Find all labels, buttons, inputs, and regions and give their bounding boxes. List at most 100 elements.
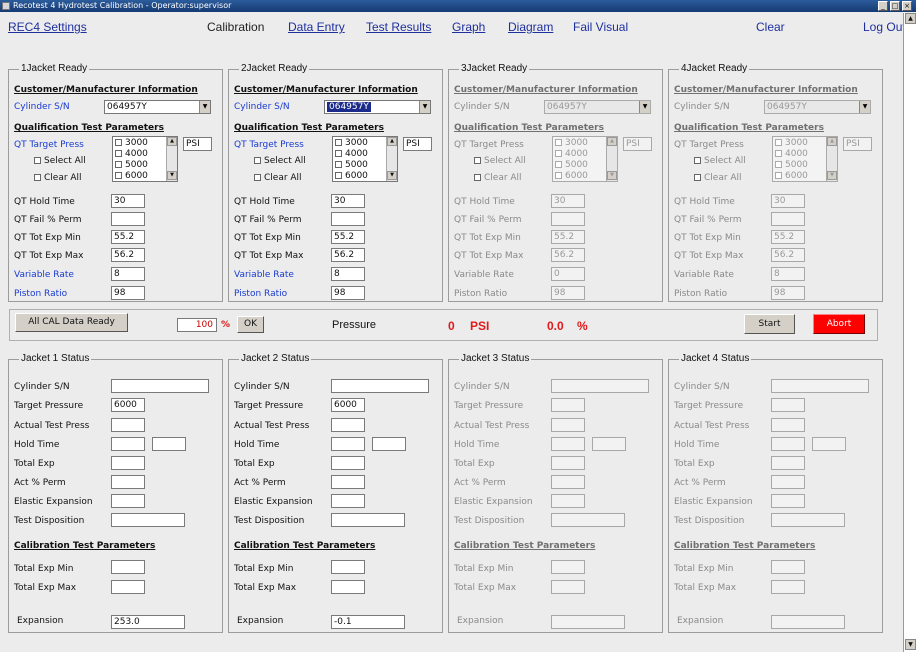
select-all-checkbox[interactable]: Select All bbox=[254, 156, 306, 166]
checkbox-icon[interactable] bbox=[335, 161, 342, 168]
clear-all-checkbox[interactable]: Clear All bbox=[34, 173, 82, 183]
scroll-up-icon[interactable]: ▲ bbox=[607, 137, 617, 146]
menu-test-results[interactable]: Test Results bbox=[366, 20, 431, 34]
act-perm-field[interactable] bbox=[551, 475, 585, 489]
pressure-list[interactable]: 3000 4000 5000 6000 ▲ ▼ bbox=[772, 136, 838, 182]
test-disposition-field[interactable] bbox=[331, 513, 405, 527]
scroll-down-icon[interactable]: ▼ bbox=[387, 171, 397, 180]
clear-all-checkbox[interactable]: Clear All bbox=[254, 173, 302, 183]
pressure-option[interactable]: 3000 bbox=[775, 138, 808, 148]
target-pressure-field[interactable] bbox=[771, 398, 805, 412]
hold-time-field[interactable] bbox=[111, 437, 145, 451]
pressure-option[interactable]: 5000 bbox=[335, 160, 368, 170]
exp-max-input[interactable]: 56.2 bbox=[331, 248, 365, 262]
pressure-list[interactable]: 3000 4000 5000 6000 ▲ ▼ bbox=[552, 136, 618, 182]
checkbox-icon[interactable] bbox=[555, 150, 562, 157]
exp-max-input[interactable]: 56.2 bbox=[111, 248, 145, 262]
exp-max-input[interactable]: 56.2 bbox=[771, 248, 805, 262]
pressure-option[interactable]: 6000 bbox=[115, 171, 148, 181]
pressure-option[interactable]: 6000 bbox=[555, 171, 588, 181]
expansion-field[interactable] bbox=[771, 615, 845, 629]
chevron-down-icon[interactable]: ▼ bbox=[639, 101, 650, 113]
pressure-option[interactable]: 4000 bbox=[115, 149, 148, 159]
scroll-up-icon[interactable]: ▲ bbox=[827, 137, 837, 146]
checkbox-icon[interactable] bbox=[555, 172, 562, 179]
pressure-option[interactable]: 6000 bbox=[335, 171, 368, 181]
exp-min-input[interactable]: 55.2 bbox=[551, 230, 585, 244]
ok-button[interactable]: OK bbox=[237, 316, 264, 333]
total-exp-min-field[interactable] bbox=[331, 560, 365, 574]
cylinder-sn-combo[interactable]: 064957Y ▼ bbox=[544, 100, 651, 114]
menu-graph[interactable]: Graph bbox=[452, 20, 485, 34]
cylinder-sn-combo[interactable]: 064957Y ▼ bbox=[324, 100, 431, 114]
variable-rate-input[interactable]: 8 bbox=[331, 267, 365, 281]
exp-max-input[interactable]: 56.2 bbox=[551, 248, 585, 262]
checkbox-icon[interactable] bbox=[335, 139, 342, 146]
pressure-list[interactable]: 3000 4000 5000 6000 ▲ ▼ bbox=[332, 136, 398, 182]
checkbox-icon[interactable] bbox=[775, 150, 782, 157]
menu-log-out[interactable]: Log Out bbox=[863, 20, 906, 34]
elastic-exp-field[interactable] bbox=[551, 494, 585, 508]
hold-input[interactable]: 30 bbox=[331, 194, 365, 208]
checkbox-icon[interactable] bbox=[474, 174, 481, 181]
expansion-field[interactable] bbox=[551, 615, 625, 629]
total-exp-field[interactable] bbox=[331, 456, 365, 470]
checkbox-icon[interactable] bbox=[115, 150, 122, 157]
checkbox-icon[interactable] bbox=[115, 139, 122, 146]
pressure-option[interactable]: 3000 bbox=[115, 138, 148, 148]
hold-time-extra-field[interactable] bbox=[812, 437, 846, 451]
actual-test-press-field[interactable] bbox=[331, 418, 365, 432]
cylinder-sn-field[interactable] bbox=[111, 379, 209, 393]
elastic-exp-field[interactable] bbox=[331, 494, 365, 508]
checkbox-icon[interactable] bbox=[34, 174, 41, 181]
pressure-option[interactable]: 4000 bbox=[555, 149, 588, 159]
checkbox-icon[interactable] bbox=[254, 174, 261, 181]
variable-rate-input[interactable]: 8 bbox=[111, 267, 145, 281]
cylinder-sn-field[interactable] bbox=[551, 379, 649, 393]
fail-input[interactable] bbox=[551, 212, 585, 226]
menu-clear[interactable]: Clear bbox=[756, 20, 785, 34]
clear-all-checkbox[interactable]: Clear All bbox=[694, 173, 742, 183]
elastic-exp-field[interactable] bbox=[111, 494, 145, 508]
hold-input[interactable]: 30 bbox=[551, 194, 585, 208]
cylinder-sn-field[interactable] bbox=[331, 379, 429, 393]
cylinder-sn-combo[interactable]: 064957Y ▼ bbox=[764, 100, 871, 114]
chevron-down-icon[interactable]: ▼ bbox=[199, 101, 210, 113]
exp-min-input[interactable]: 55.2 bbox=[331, 230, 365, 244]
variable-rate-input[interactable]: 8 bbox=[771, 267, 805, 281]
total-exp-min-field[interactable] bbox=[551, 560, 585, 574]
pressure-option[interactable]: 6000 bbox=[775, 171, 808, 181]
menu-diagram[interactable]: Diagram bbox=[508, 20, 553, 34]
list-scrollbar[interactable]: ▲ ▼ bbox=[606, 137, 617, 181]
total-exp-field[interactable] bbox=[111, 456, 145, 470]
total-exp-max-field[interactable] bbox=[771, 580, 805, 594]
all-cal-data-ready-button[interactable]: All CAL Data Ready bbox=[15, 313, 128, 332]
checkbox-icon[interactable] bbox=[335, 150, 342, 157]
total-exp-max-field[interactable] bbox=[551, 580, 585, 594]
checkbox-icon[interactable] bbox=[555, 139, 562, 146]
scroll-up-icon[interactable]: ▲ bbox=[387, 137, 397, 146]
minimize-button[interactable]: _ bbox=[878, 1, 888, 11]
hold-time-field[interactable] bbox=[331, 437, 365, 451]
hold-time-field[interactable] bbox=[771, 437, 805, 451]
hold-time-field[interactable] bbox=[551, 437, 585, 451]
close-button[interactable]: × bbox=[902, 1, 912, 11]
maximize-button[interactable]: □ bbox=[890, 1, 900, 11]
actual-test-press-field[interactable] bbox=[111, 418, 145, 432]
abort-button[interactable]: Abort bbox=[813, 314, 865, 334]
select-all-checkbox[interactable]: Select All bbox=[694, 156, 746, 166]
select-all-checkbox[interactable]: Select All bbox=[474, 156, 526, 166]
target-pressure-field[interactable]: 6000 bbox=[331, 398, 365, 412]
checkbox-icon[interactable] bbox=[775, 161, 782, 168]
pressure-option[interactable]: 4000 bbox=[775, 149, 808, 159]
pressure-option[interactable]: 5000 bbox=[555, 160, 588, 170]
total-exp-max-field[interactable] bbox=[331, 580, 365, 594]
fail-input[interactable] bbox=[771, 212, 805, 226]
actual-test-press-field[interactable] bbox=[551, 418, 585, 432]
pressure-option[interactable]: 4000 bbox=[335, 149, 368, 159]
checkbox-icon[interactable] bbox=[775, 172, 782, 179]
exp-min-input[interactable]: 55.2 bbox=[111, 230, 145, 244]
hold-time-extra-field[interactable] bbox=[372, 437, 406, 451]
chevron-down-icon[interactable]: ▼ bbox=[419, 101, 430, 113]
list-scrollbar[interactable]: ▲ ▼ bbox=[826, 137, 837, 181]
